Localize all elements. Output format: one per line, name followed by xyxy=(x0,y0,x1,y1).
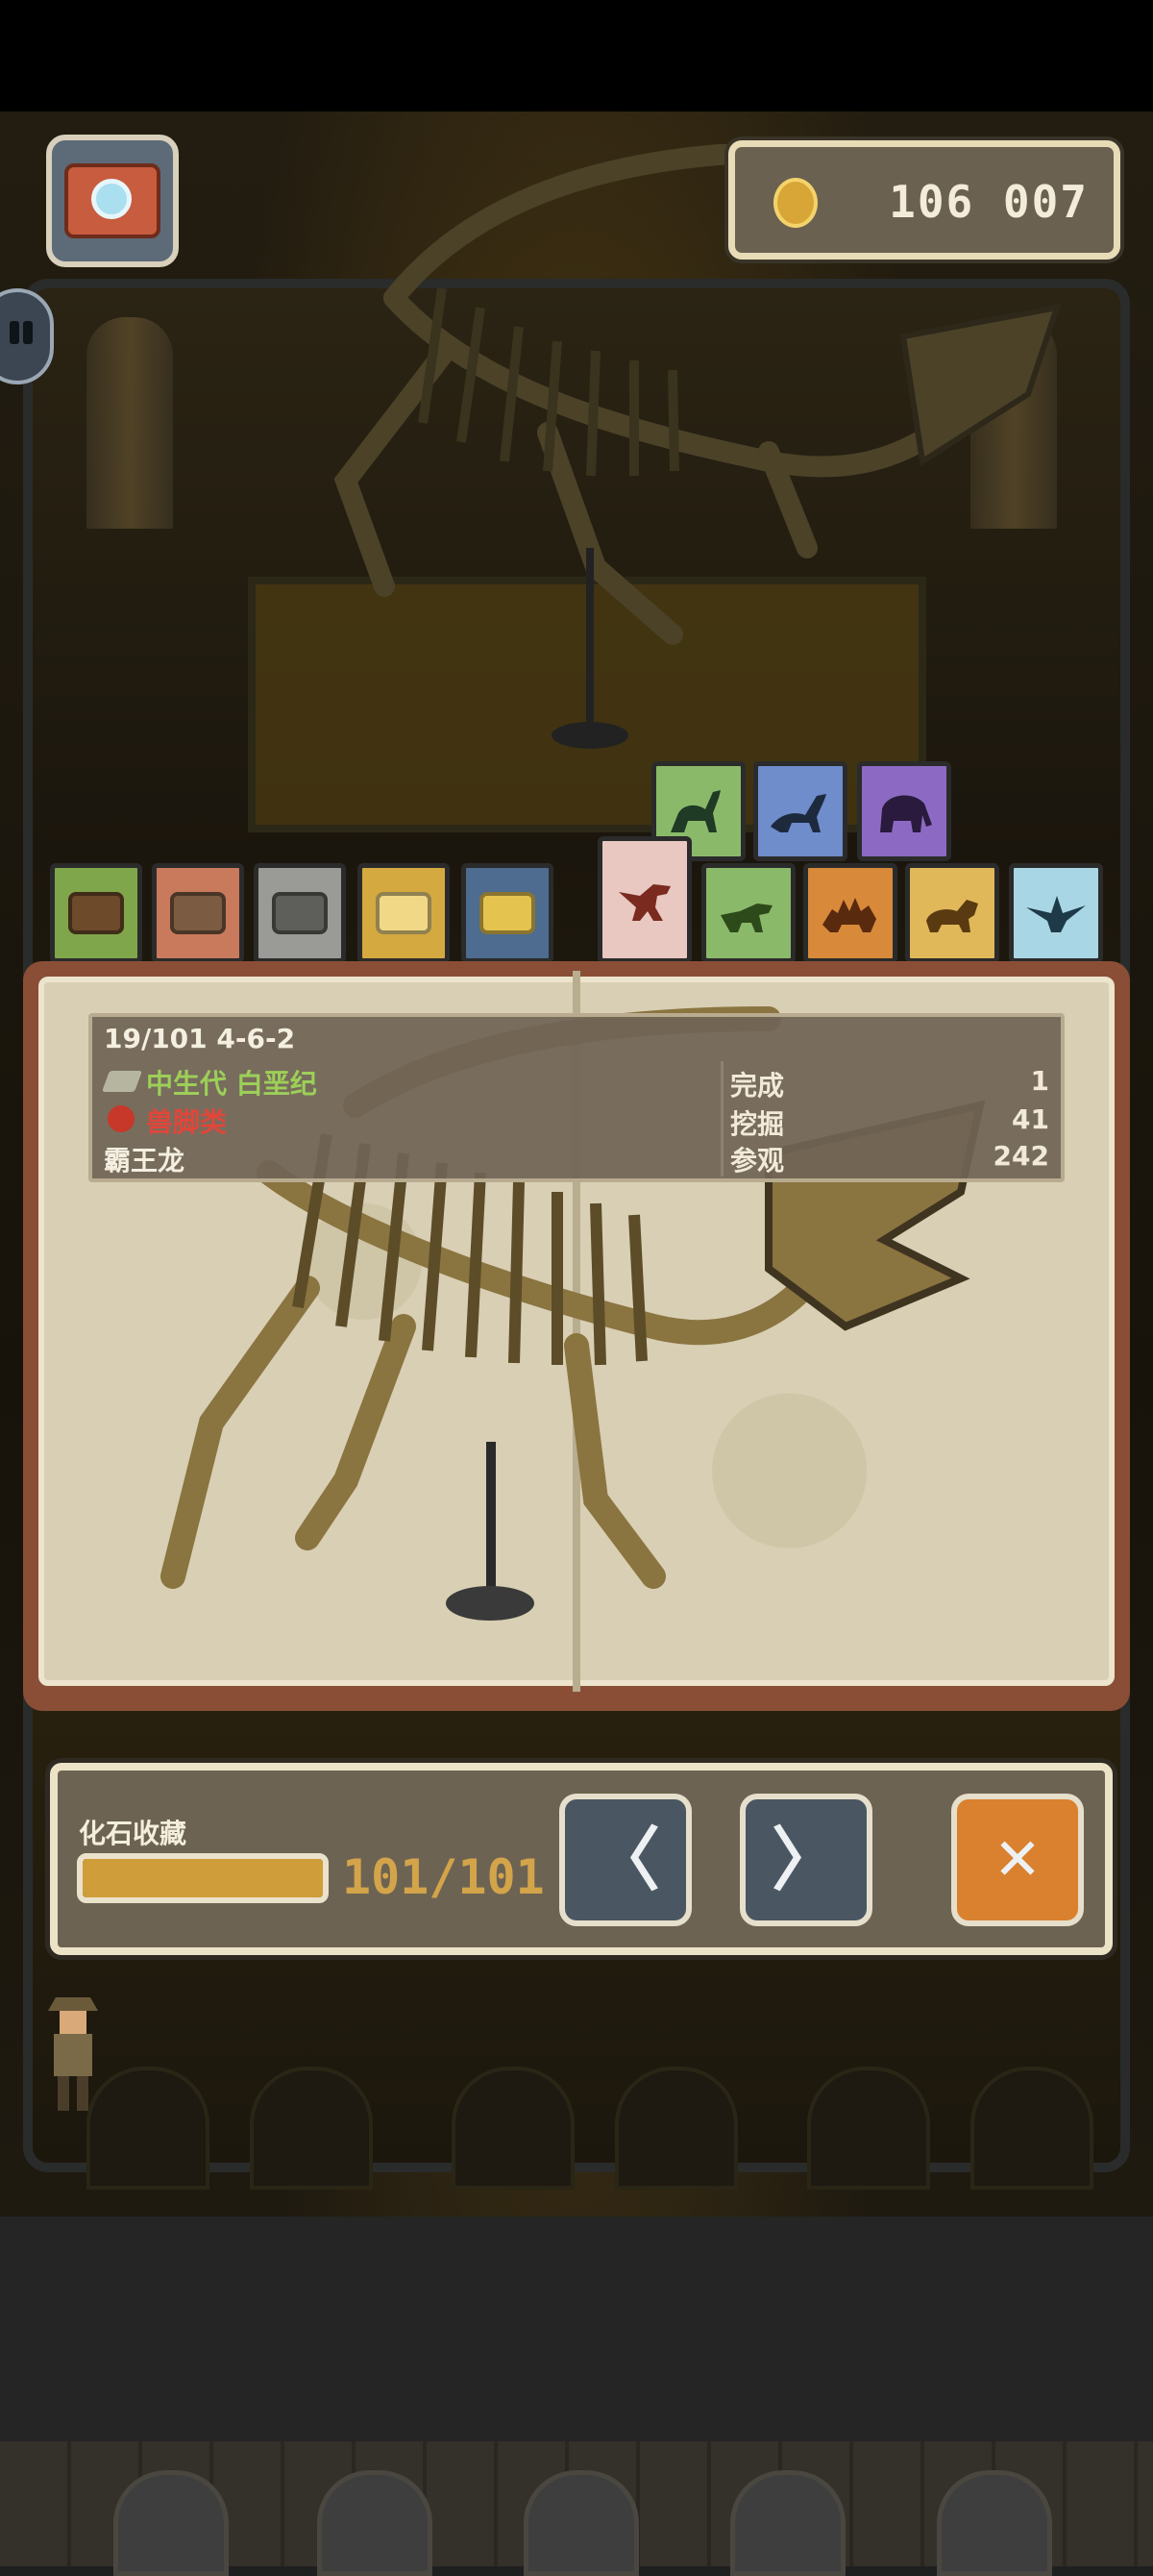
fossil-name: 霸王龙 xyxy=(104,1145,185,1177)
stat-label-visit: 参观 xyxy=(730,1145,785,1177)
next-button[interactable]: 〉 xyxy=(740,1794,872,1926)
collection-progress-fill xyxy=(83,1859,323,1897)
pillar-left xyxy=(86,317,173,529)
info-divider xyxy=(721,1061,724,1177)
trex-icon xyxy=(619,884,671,921)
arch-window xyxy=(317,2470,432,2576)
stat-value-complete: 1 xyxy=(1030,1065,1049,1097)
stat-value-excavate: 41 xyxy=(1012,1103,1049,1135)
category-tab-wood[interactable] xyxy=(50,863,142,963)
collection-label: 化石收藏 xyxy=(79,1818,187,1849)
camera-icon xyxy=(64,163,160,238)
stat-value-visit: 242 xyxy=(993,1140,1049,1172)
alcove xyxy=(250,2067,373,2190)
stat-label-complete: 完成 xyxy=(730,1070,785,1102)
alcove xyxy=(86,2067,209,2190)
close-button[interactable]: ✕ xyxy=(951,1794,1084,1926)
chevron-right-icon: 〉 xyxy=(771,1820,841,1900)
status-bar-area xyxy=(0,0,1153,111)
theropod-type-icon xyxy=(108,1105,135,1132)
dino-tab-long-neck[interactable] xyxy=(753,761,847,861)
dino-tab-pterosaur[interactable] xyxy=(1009,863,1103,963)
coin-counter: 106 007 xyxy=(728,140,1120,260)
sauropod-icon xyxy=(671,790,721,832)
explorer-character xyxy=(48,1997,98,2111)
long-neck-dino-icon xyxy=(771,794,826,832)
previous-button[interactable]: 〈 xyxy=(559,1794,692,1926)
pterosaur-icon xyxy=(1026,896,1086,932)
fossil-era: 中生代 白垩纪 xyxy=(146,1068,317,1100)
coin-icon xyxy=(773,178,818,228)
chevron-left-icon: 〈 xyxy=(590,1820,660,1900)
stat-label-excavate: 挖掘 xyxy=(730,1108,785,1140)
arch-window xyxy=(524,2470,639,2576)
coin-value: 106 007 xyxy=(889,176,1089,228)
alcove xyxy=(452,2067,575,2190)
stegosaur-icon xyxy=(822,898,876,932)
arch-window xyxy=(937,2470,1052,2576)
close-icon: ✕ xyxy=(993,1826,1043,1894)
side-drawer-handle[interactable] xyxy=(0,288,54,384)
triceratops-icon xyxy=(926,900,978,932)
arch-window xyxy=(730,2470,846,2576)
collection-progress-text: 101/101 xyxy=(342,1849,545,1905)
fossil-type: 兽脚类 xyxy=(146,1106,228,1138)
category-tab-clay[interactable] xyxy=(152,863,244,963)
category-tab-gold[interactable] xyxy=(357,863,450,963)
dino-tab-stegosaur[interactable] xyxy=(803,863,897,963)
alcove xyxy=(970,2067,1093,2190)
alcove xyxy=(615,2067,738,2190)
alcove xyxy=(807,2067,930,2190)
dino-tab-theropod[interactable] xyxy=(598,836,692,963)
arch-window xyxy=(113,2470,229,2576)
dino-tab-small-dino[interactable] xyxy=(701,863,796,963)
category-tab-stone[interactable] xyxy=(254,863,346,963)
collection-progress-bar xyxy=(77,1853,329,1903)
category-tab-gem[interactable] xyxy=(461,863,553,963)
dino-tab-mammoth[interactable] xyxy=(857,761,951,861)
small-dino-icon xyxy=(721,904,773,932)
dino-tab-triceratops[interactable] xyxy=(905,863,999,963)
mammoth-icon xyxy=(880,795,932,832)
camera-button[interactable] xyxy=(46,135,179,267)
fossil-index: 19/101 4-6-2 xyxy=(104,1023,296,1054)
